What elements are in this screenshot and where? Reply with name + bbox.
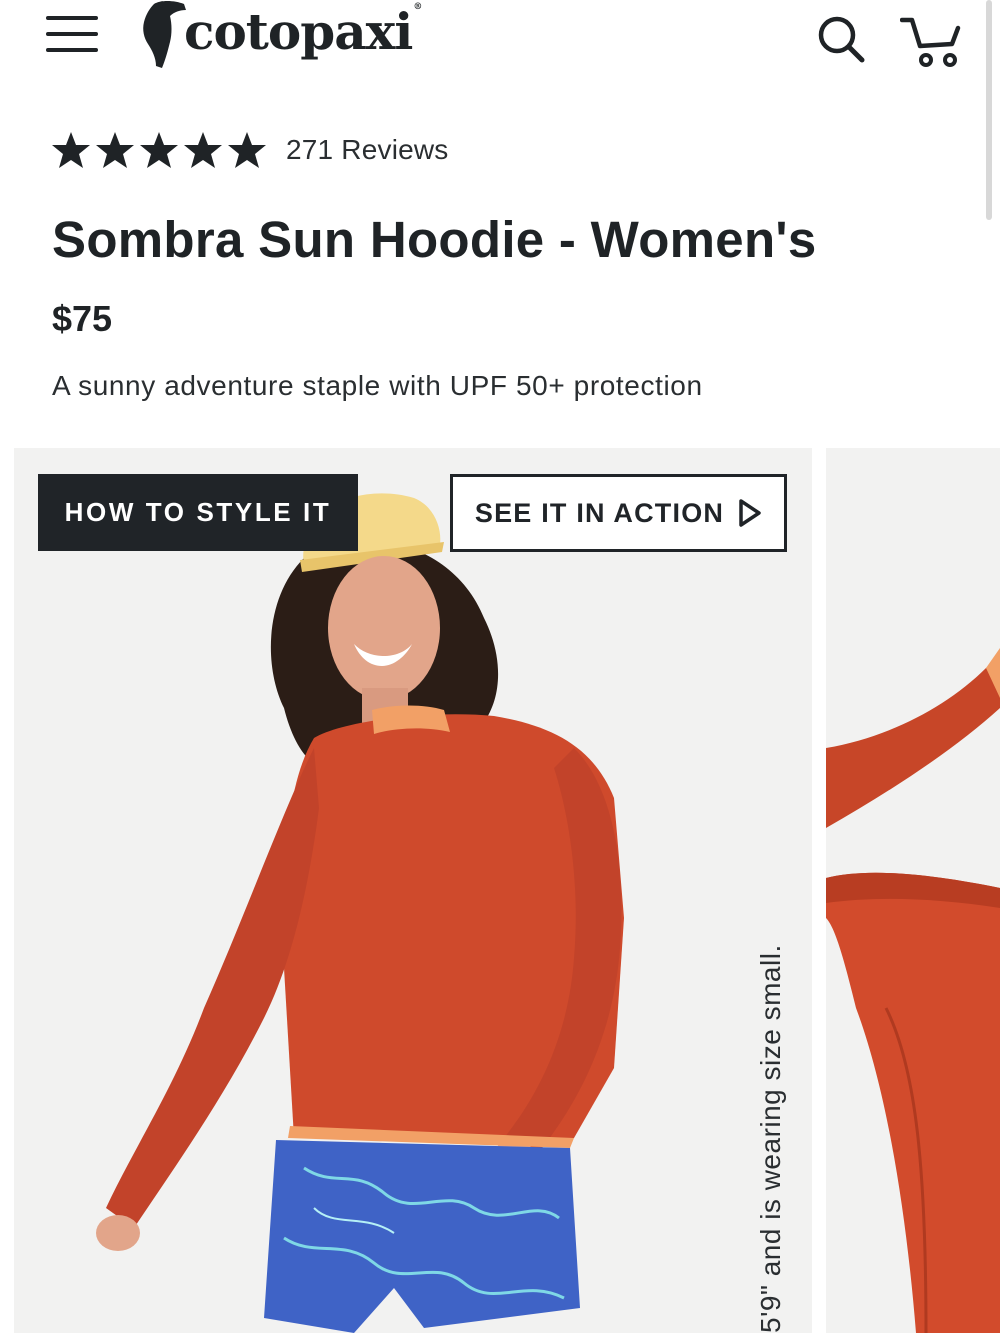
star-icon (140, 132, 178, 168)
see-it-in-action-button[interactable]: SEE IT IN ACTION (450, 474, 787, 552)
reviews-link[interactable]: 271 Reviews (286, 134, 449, 166)
brand-logo[interactable]: cotopaxi® (140, 0, 422, 72)
cart-button[interactable] (899, 14, 964, 70)
hamburger-menu-icon-line (46, 32, 98, 36)
menu-button[interactable] (46, 14, 98, 54)
site-header: cotopaxi® (0, 0, 1000, 90)
search-icon (818, 16, 865, 63)
star-icon (52, 132, 90, 168)
hamburger-menu-icon-line (46, 48, 98, 52)
registered-mark: ® (413, 2, 422, 12)
product-tagline: A sunny adventure staple with UPF 50+ pr… (52, 370, 703, 401)
cart-icon (899, 17, 961, 67)
model-closeup-photo (826, 448, 1000, 1333)
star-icon (228, 132, 266, 168)
product-image-gallery[interactable]: HOW TO STYLE IT SEE IT IN ACTION 5'9" an… (0, 448, 1000, 1333)
product-image-next[interactable] (826, 448, 1000, 1333)
how-to-style-it-button[interactable]: HOW TO STYLE IT (38, 474, 358, 551)
star-icon (184, 132, 222, 168)
model-size-caption: 5'9" and is wearing size small. (755, 944, 786, 1333)
rating-summary[interactable]: 271 Reviews (50, 130, 449, 170)
llama-logo-icon (143, 1, 186, 68)
search-button[interactable] (816, 14, 866, 64)
hamburger-menu-icon (46, 16, 98, 20)
page-scrollbar[interactable] (986, 0, 992, 220)
product-image-main[interactable]: HOW TO STYLE IT SEE IT IN ACTION 5'9" an… (14, 448, 812, 1333)
see-it-in-action-label: SEE IT IN ACTION (474, 497, 725, 528)
star-rating (50, 130, 268, 170)
star-icon (96, 132, 134, 168)
model-photo (14, 448, 812, 1333)
product-price: $75 (52, 298, 113, 339)
product-title: Sombra Sun Hoodie - Women's (52, 211, 817, 268)
play-icon (739, 499, 761, 527)
brand-name: cotopaxi® (184, 2, 422, 61)
